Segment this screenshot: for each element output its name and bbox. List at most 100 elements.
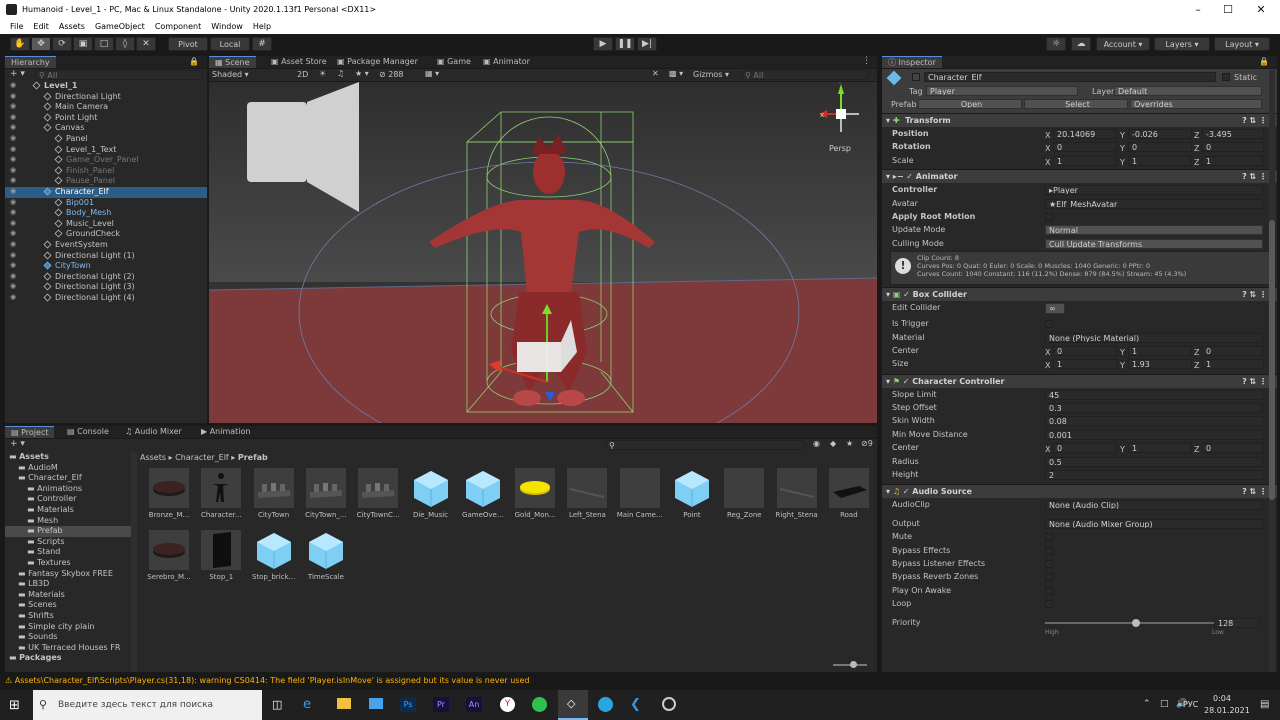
update-mode-dropdown[interactable]: Normal (1045, 225, 1263, 236)
project-folder[interactable]: ▬ AudioM (5, 463, 131, 474)
favorite-icon[interactable]: ★ (846, 439, 853, 448)
visibility-eye-icon[interactable]: ◉ (10, 187, 19, 195)
pivot-toggle[interactable]: Pivot (168, 37, 208, 51)
hierarchy-item[interactable]: ◉ Music_Level (5, 219, 207, 230)
premiere-icon[interactable]: Pr (433, 697, 449, 712)
bypass-listener-checkbox[interactable] (1045, 559, 1053, 568)
menu-file[interactable]: File (10, 20, 23, 34)
scale-x-input[interactable]: 1 (1053, 155, 1117, 166)
priority-slider-handle[interactable] (1132, 618, 1140, 627)
cloud-icon[interactable]: ☁ (1071, 37, 1091, 51)
effects-icon[interactable]: ★ ▾ (355, 69, 369, 78)
priority-input[interactable]: 128 (1214, 617, 1260, 628)
rotation-x-input[interactable]: 0 (1053, 142, 1117, 153)
object-name-input[interactable]: Character_Elf (924, 72, 1216, 82)
visibility-eye-icon[interactable]: ◉ (10, 272, 19, 280)
step-offset-input[interactable]: 0.3 (1045, 403, 1263, 414)
visibility-eye-icon[interactable]: ◉ (10, 103, 19, 110)
grid-snap-icon[interactable]: # (252, 37, 272, 51)
visibility-eye-icon[interactable]: ◉ (10, 230, 19, 237)
lock-icon[interactable]: 🔒 (189, 57, 199, 66)
project-folder[interactable]: ▬ Shrifts (5, 611, 131, 622)
rotate-tool-icon[interactable]: ⟳ (52, 37, 72, 51)
cc-center-x-input[interactable]: 0 (1053, 443, 1117, 454)
menu-component[interactable]: Component (155, 20, 201, 34)
hierarchy-item[interactable]: ◉ Character_Elf (5, 186, 207, 198)
hierarchy-item[interactable]: ◉ Level_1 (5, 81, 207, 92)
visibility-eye-icon[interactable]: ◉ (10, 134, 19, 142)
is-trigger-checkbox[interactable] (1045, 320, 1053, 329)
hierarchy-item[interactable]: ◉ Finish_Panel (5, 166, 207, 177)
tab-game[interactable]: ▣ Game (431, 56, 477, 68)
tag-dropdown[interactable]: Player (926, 86, 1078, 96)
rect-tool-icon[interactable]: □ (94, 37, 114, 51)
audio-clip-field[interactable]: None (Audio Clip) (1045, 500, 1263, 511)
visibility-eye-icon[interactable]: ◉ (10, 166, 19, 174)
project-folder[interactable]: ▬ Character_Elf (5, 473, 131, 484)
tree-scrollbar[interactable] (131, 452, 137, 672)
skin-width-input[interactable]: 0.08 (1045, 416, 1263, 427)
menu-help[interactable]: Help (253, 20, 271, 34)
visibility-eye-icon[interactable]: ◉ (10, 113, 19, 121)
bypass-effects-checkbox[interactable] (1045, 546, 1053, 555)
project-folder[interactable]: ▬ Materials (5, 505, 131, 516)
project-folder[interactable]: ▬ Assets (5, 452, 131, 463)
hierarchy-item[interactable]: ◉ Directional Light (3) (5, 282, 207, 293)
visibility-eye-icon[interactable]: ◉ (10, 156, 19, 163)
visibility-eye-icon[interactable]: ◉ (10, 92, 19, 100)
close-icon[interactable]: ✕ (1246, 2, 1276, 18)
tab-inspector[interactable]: ⓘ Inspector (882, 56, 942, 68)
inspector-scrollbar[interactable] (1269, 70, 1275, 672)
pause-button-icon[interactable]: ❚❚ (615, 37, 635, 51)
maximize-icon[interactable]: ☐ (1213, 2, 1243, 18)
clock-time[interactable]: 0:04 (1213, 694, 1231, 703)
minimize-icon[interactable]: – (1183, 2, 1213, 18)
notifications-icon[interactable]: ▤ (1260, 699, 1269, 710)
project-folder[interactable]: ▬ Animations (5, 484, 131, 495)
character-controller-header[interactable]: ▾ ⚑ ✓ Character Controller? ⇅ ⋮ (882, 373, 1277, 388)
project-folder[interactable]: ▬ Scripts (5, 537, 131, 548)
account-dropdown[interactable]: Account ▾ (1096, 37, 1150, 51)
unity-taskbar-button[interactable]: ◇ (558, 690, 588, 720)
asset-thumbnail[interactable] (306, 530, 346, 570)
bypass-reverb-checkbox[interactable] (1045, 573, 1053, 582)
scale-tool-icon[interactable]: ▣ (73, 37, 93, 51)
tab-package-manager[interactable]: ▣ Package Manager (331, 56, 424, 68)
asset-thumbnail[interactable] (254, 530, 294, 570)
position-y-input[interactable]: -0.026 (1128, 129, 1192, 139)
tools-icon[interactable]: ✕ (652, 69, 659, 78)
project-folder[interactable]: ▬ Fantasy Skybox FREE (5, 569, 131, 580)
windows-start-icon[interactable]: ⊞ (9, 698, 20, 713)
vscode-icon[interactable]: ❮ (630, 697, 641, 712)
visibility-eye-icon[interactable]: ◉ (10, 198, 19, 206)
hierarchy-item[interactable]: ◉ Panel (5, 134, 207, 145)
tab-asset-store[interactable]: ▣ Asset Store (265, 56, 333, 68)
hand-tool-icon[interactable]: ✋ (10, 37, 30, 51)
add-icon[interactable]: + ▾ (10, 69, 25, 79)
inspector-lock-icon[interactable]: 🔒 (1259, 57, 1269, 66)
cc-center-z-input[interactable]: 0 (1202, 443, 1264, 454)
asset-thumbnail[interactable] (463, 468, 503, 508)
move-tool-icon[interactable]: ✥ (31, 37, 51, 51)
language-indicator[interactable]: РУС (1183, 700, 1198, 709)
hierarchy-item[interactable]: ◉ Point Light (5, 113, 207, 124)
hierarchy-item[interactable]: ◉ Pause_Panel (5, 176, 207, 187)
console-status-bar[interactable]: ⚠ Assets\Character_Elf\Scripts\Player.cs… (0, 674, 1280, 688)
project-folder[interactable]: ▬ Packages (5, 653, 131, 664)
photoshop-icon[interactable]: Ps (400, 697, 416, 712)
hierarchy-item[interactable]: ◉ Body_Mesh (5, 208, 207, 219)
hierarchy-item[interactable]: ◉ Directional Light (2) (5, 272, 207, 283)
visibility-eye-icon[interactable]: ◉ (10, 145, 19, 153)
camera-icon[interactable]: ▩ ▾ (669, 69, 683, 78)
yandex-browser-icon[interactable]: Y (500, 697, 515, 712)
asset-thumbnail[interactable] (515, 468, 556, 508)
controller-field[interactable]: ▸Player (1045, 185, 1263, 196)
collider-material-field[interactable]: None (Physic Material) (1045, 332, 1263, 343)
asset-thumbnail[interactable] (253, 468, 294, 508)
asset-thumbnail[interactable] (305, 468, 346, 508)
tray-arrow-icon[interactable]: ⌃ (1143, 699, 1151, 709)
asset-thumbnail[interactable] (201, 530, 242, 570)
position-x-input[interactable]: 20.14069 (1053, 129, 1117, 139)
transform-header[interactable]: ▾ ✚ Transform? ⇅ ⋮ (882, 113, 1277, 127)
gizmos-dropdown[interactable]: Gizmos ▾ (693, 70, 729, 79)
